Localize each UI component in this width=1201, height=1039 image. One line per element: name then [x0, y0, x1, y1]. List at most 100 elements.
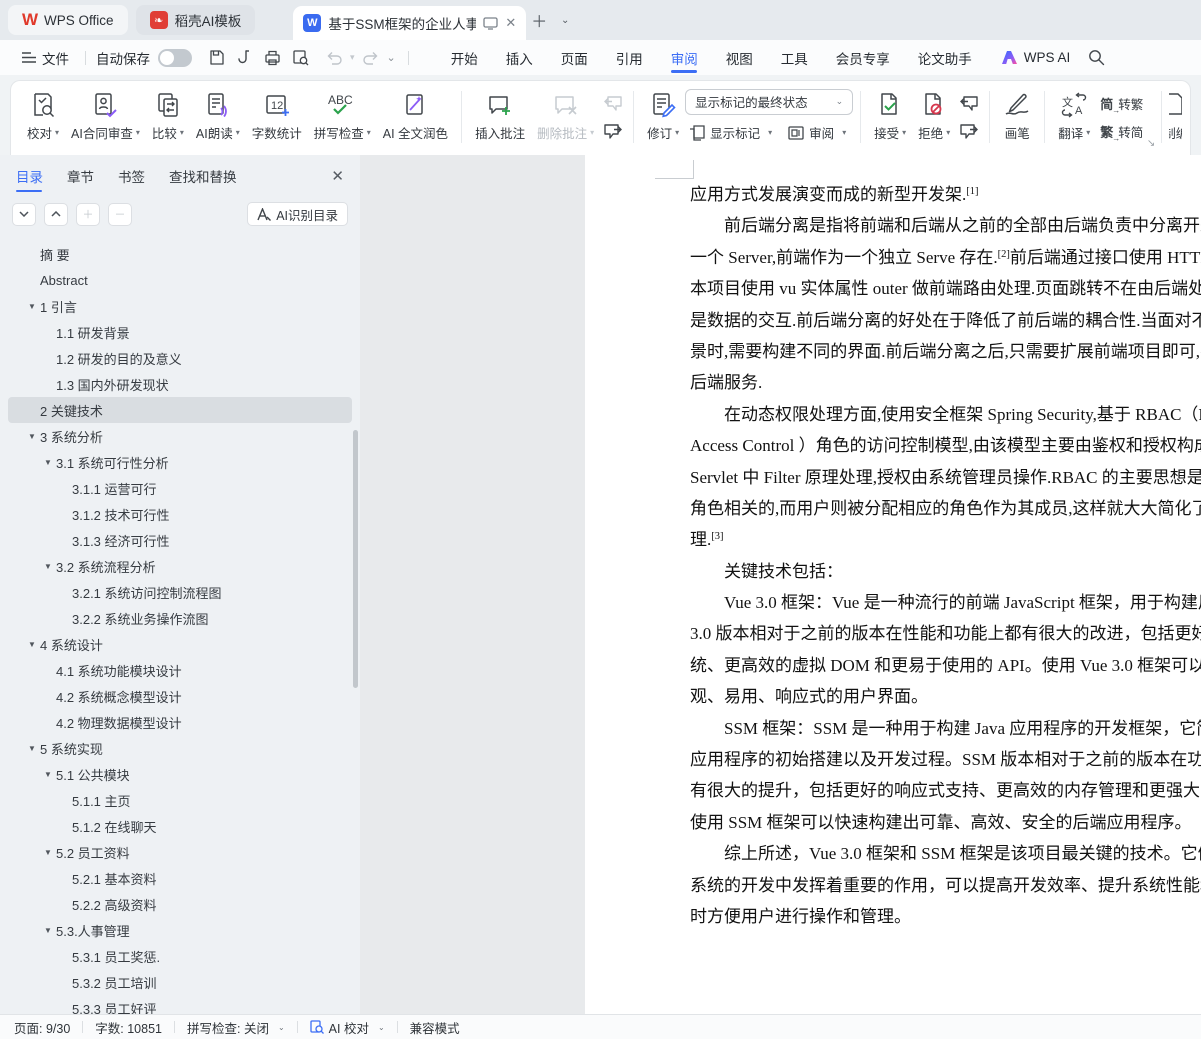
tab-wps-office[interactable]: W WPS Office — [8, 5, 128, 35]
toc-item[interactable]: ▼ 1 引言 — [8, 293, 352, 319]
menu-tab[interactable]: 工具 — [767, 40, 822, 75]
next-change-button[interactable] — [956, 119, 982, 143]
expand-arrow-icon[interactable]: ▼ — [24, 432, 40, 441]
expand-arrow-icon[interactable]: ▼ — [24, 302, 40, 311]
markup-state-dropdown[interactable]: 显示标记的最终状态 ⌄ — [685, 89, 853, 115]
toc-item[interactable]: ▼ 4 系统设计 — [8, 631, 352, 657]
brush-button[interactable]: 画笔 — [997, 86, 1037, 148]
expand-arrow-icon[interactable]: ▼ — [24, 640, 40, 649]
proofread-button[interactable]: 校对▾ — [21, 86, 65, 148]
accept-button[interactable]: 接受▾ — [868, 86, 912, 148]
traditional-to-simplified-button[interactable]: 繁→ 转简 — [1096, 119, 1147, 143]
word-count-button[interactable]: 12 字数统计 — [246, 86, 308, 148]
sidebar-tab[interactable]: 查找和替换 — [169, 155, 237, 197]
toc-item[interactable]: ▼ 5.1.1 主页 — [8, 787, 352, 813]
toc-item[interactable]: ▼ 4.1 系统功能模块设计 — [8, 657, 352, 683]
autosave-toggle[interactable] — [158, 49, 192, 67]
restrict-edit-button[interactable]: 限制编辑 — [1169, 86, 1182, 148]
translate-button[interactable]: 文A 翻译▾ — [1052, 86, 1096, 148]
toc-item[interactable]: ▼ 3.2.1 系统访问控制流程图 — [8, 579, 352, 605]
file-menu-button[interactable]: 文件 — [16, 44, 75, 72]
toc-item[interactable]: ▼ 3 系统分析 — [8, 423, 352, 449]
track-changes-button[interactable]: 修订▾ — [641, 86, 685, 148]
expand-arrow-icon[interactable]: ▼ — [40, 562, 56, 571]
expand-arrow-icon[interactable]: ▼ — [24, 744, 40, 753]
toc-item[interactable]: ▼ 5.2 员工资料 — [8, 839, 352, 865]
document-page[interactable]: 应用方式发展演变而成的新型开发架.[1] 前后端分离是指将前端和后端从之前的全部… — [585, 155, 1201, 1014]
spell-check-button[interactable]: ABC 拼写检查▾ — [308, 86, 377, 148]
menu-tab[interactable]: 开始 — [437, 40, 492, 75]
close-tab-icon[interactable]: ✕ — [505, 15, 516, 31]
toc-item[interactable]: ▼ 1.2 研发的目的及意义 — [8, 345, 352, 371]
spell-check-status[interactable]: 拼写检查: 关闭 ⌄ — [175, 1018, 297, 1037]
ai-polish-button[interactable]: AI 全文润色 — [377, 86, 454, 148]
toc-item[interactable]: ▼ 3.2.2 系统业务操作流图 — [8, 605, 352, 631]
ai-proofread-status[interactable]: AI 校对 ⌄ — [298, 1018, 397, 1037]
toc-item[interactable]: ▼ 5.2.1 基本资料 — [8, 865, 352, 891]
toc-item[interactable]: ▼ 2 关键技术 — [8, 397, 352, 423]
toc-item[interactable]: ▼ 1.3 国内外研发现状 — [8, 371, 352, 397]
toc-item[interactable]: ▼ 5.3.1 员工奖惩. — [8, 943, 352, 969]
reject-button[interactable]: 拒绝▾ — [912, 86, 956, 148]
share-screen-icon[interactable] — [483, 17, 498, 30]
compare-button[interactable]: 比较▾ — [146, 86, 190, 148]
toc-item[interactable]: ▼ Abstract — [8, 267, 352, 293]
insert-comment-button[interactable]: 插入批注 — [469, 86, 531, 148]
wps-ai-button[interactable]: WPS AI — [1000, 50, 1071, 65]
menu-tab[interactable]: 审阅 — [657, 40, 712, 75]
ai-recognize-toc-button[interactable]: AI识别目录 — [247, 202, 348, 226]
sidebar-tab[interactable]: 书签 — [118, 155, 145, 197]
review-pane-button[interactable]: 审阅▾ — [784, 120, 850, 146]
tab-document[interactable]: W 基于SSM框架的企业人事薪酬 ✕ — [293, 6, 526, 40]
document-text[interactable]: 应用方式发展演变而成的新型开发架.[1] 前后端分离是指将前端和后端从之前的全部… — [690, 179, 1201, 932]
toc-item[interactable]: ▼ 1.1 研发背景 — [8, 319, 352, 345]
menu-tab[interactable]: 页面 — [547, 40, 602, 75]
toolbar-options-chevron-icon[interactable]: ⌄ — [385, 51, 398, 64]
expand-arrow-icon[interactable]: ▼ — [40, 458, 56, 467]
toc-item[interactable]: ▼ 5.1.2 在线聊天 — [8, 813, 352, 839]
toc-item[interactable]: ▼ 3.1 系统可行性分析 — [8, 449, 352, 475]
sidebar-scrollbar[interactable] — [353, 430, 358, 688]
menu-tab[interactable]: 插入 — [492, 40, 547, 75]
menu-tab[interactable]: 视图 — [712, 40, 767, 75]
toc-item[interactable]: ▼ 4.2 物理数据模型设计 — [8, 709, 352, 735]
toc-item[interactable]: ▼ 5.3.人事管理 — [8, 917, 352, 943]
ai-contract-review-button[interactable]: AI合同审查▾ — [65, 86, 146, 148]
next-comment-button[interactable] — [600, 119, 626, 143]
close-sidebar-icon[interactable]: ✕ — [331, 167, 344, 185]
ai-read-aloud-button[interactable]: AI朗读▾ — [190, 86, 246, 148]
collapse-all-button[interactable] — [12, 203, 36, 226]
expand-arrow-icon[interactable]: ▼ — [40, 848, 56, 857]
print-preview-button[interactable] — [286, 46, 314, 70]
group-expand-icon[interactable]: ↘ — [1147, 138, 1155, 149]
export-button[interactable] — [230, 46, 258, 70]
previous-change-button[interactable] — [956, 91, 982, 115]
save-button[interactable] — [202, 46, 230, 70]
toc-item[interactable]: ▼ 5.3.2 员工培训 — [8, 969, 352, 995]
toc-item[interactable]: ▼ 4.2 系统概念模型设计 — [8, 683, 352, 709]
toc-item[interactable]: ▼ 摘 要 — [8, 241, 352, 267]
expand-arrow-icon[interactable]: ▼ — [40, 926, 56, 935]
page-indicator[interactable]: 页面: 9/30 — [14, 1018, 82, 1037]
toc-item[interactable]: ▼ 5.2.2 高级资料 — [8, 891, 352, 917]
new-tab-button[interactable]: ＋ — [526, 7, 552, 33]
sidebar-tab[interactable]: 目录 — [16, 155, 43, 197]
menu-tab[interactable]: 会员专享 — [822, 40, 904, 75]
toc-item[interactable]: ▼ 3.1.3 经济可行性 — [8, 527, 352, 553]
sidebar-tab[interactable]: 章节 — [67, 155, 94, 197]
menu-tab[interactable]: 引用 — [602, 40, 657, 75]
toc-item[interactable]: ▼ 3.2 系统流程分析 — [8, 553, 352, 579]
toc-item[interactable]: ▼ 3.1.1 运营可行 — [8, 475, 352, 501]
word-count-indicator[interactable]: 字数: 10851 — [83, 1018, 174, 1037]
menu-tab[interactable]: 论文助手 — [904, 40, 986, 75]
toc-item[interactable]: ▼ 5.1 公共模块 — [8, 761, 352, 787]
tab-list-chevron-icon[interactable]: ⌄ — [552, 7, 578, 33]
simplified-to-traditional-button[interactable]: 简→ 转繁 — [1096, 91, 1147, 115]
toc-item[interactable]: ▼ 5.3.3 员工好评 — [8, 995, 352, 1014]
toc-item[interactable]: ▼ 3.1.2 技术可行性 — [8, 501, 352, 527]
search-button[interactable] — [1088, 49, 1105, 66]
expand-arrow-icon[interactable]: ▼ — [40, 770, 56, 779]
show-markup-button[interactable]: 显示标记▾ — [685, 120, 776, 146]
expand-all-button[interactable] — [44, 203, 68, 226]
toc-item[interactable]: ▼ 5 系统实现 — [8, 735, 352, 761]
